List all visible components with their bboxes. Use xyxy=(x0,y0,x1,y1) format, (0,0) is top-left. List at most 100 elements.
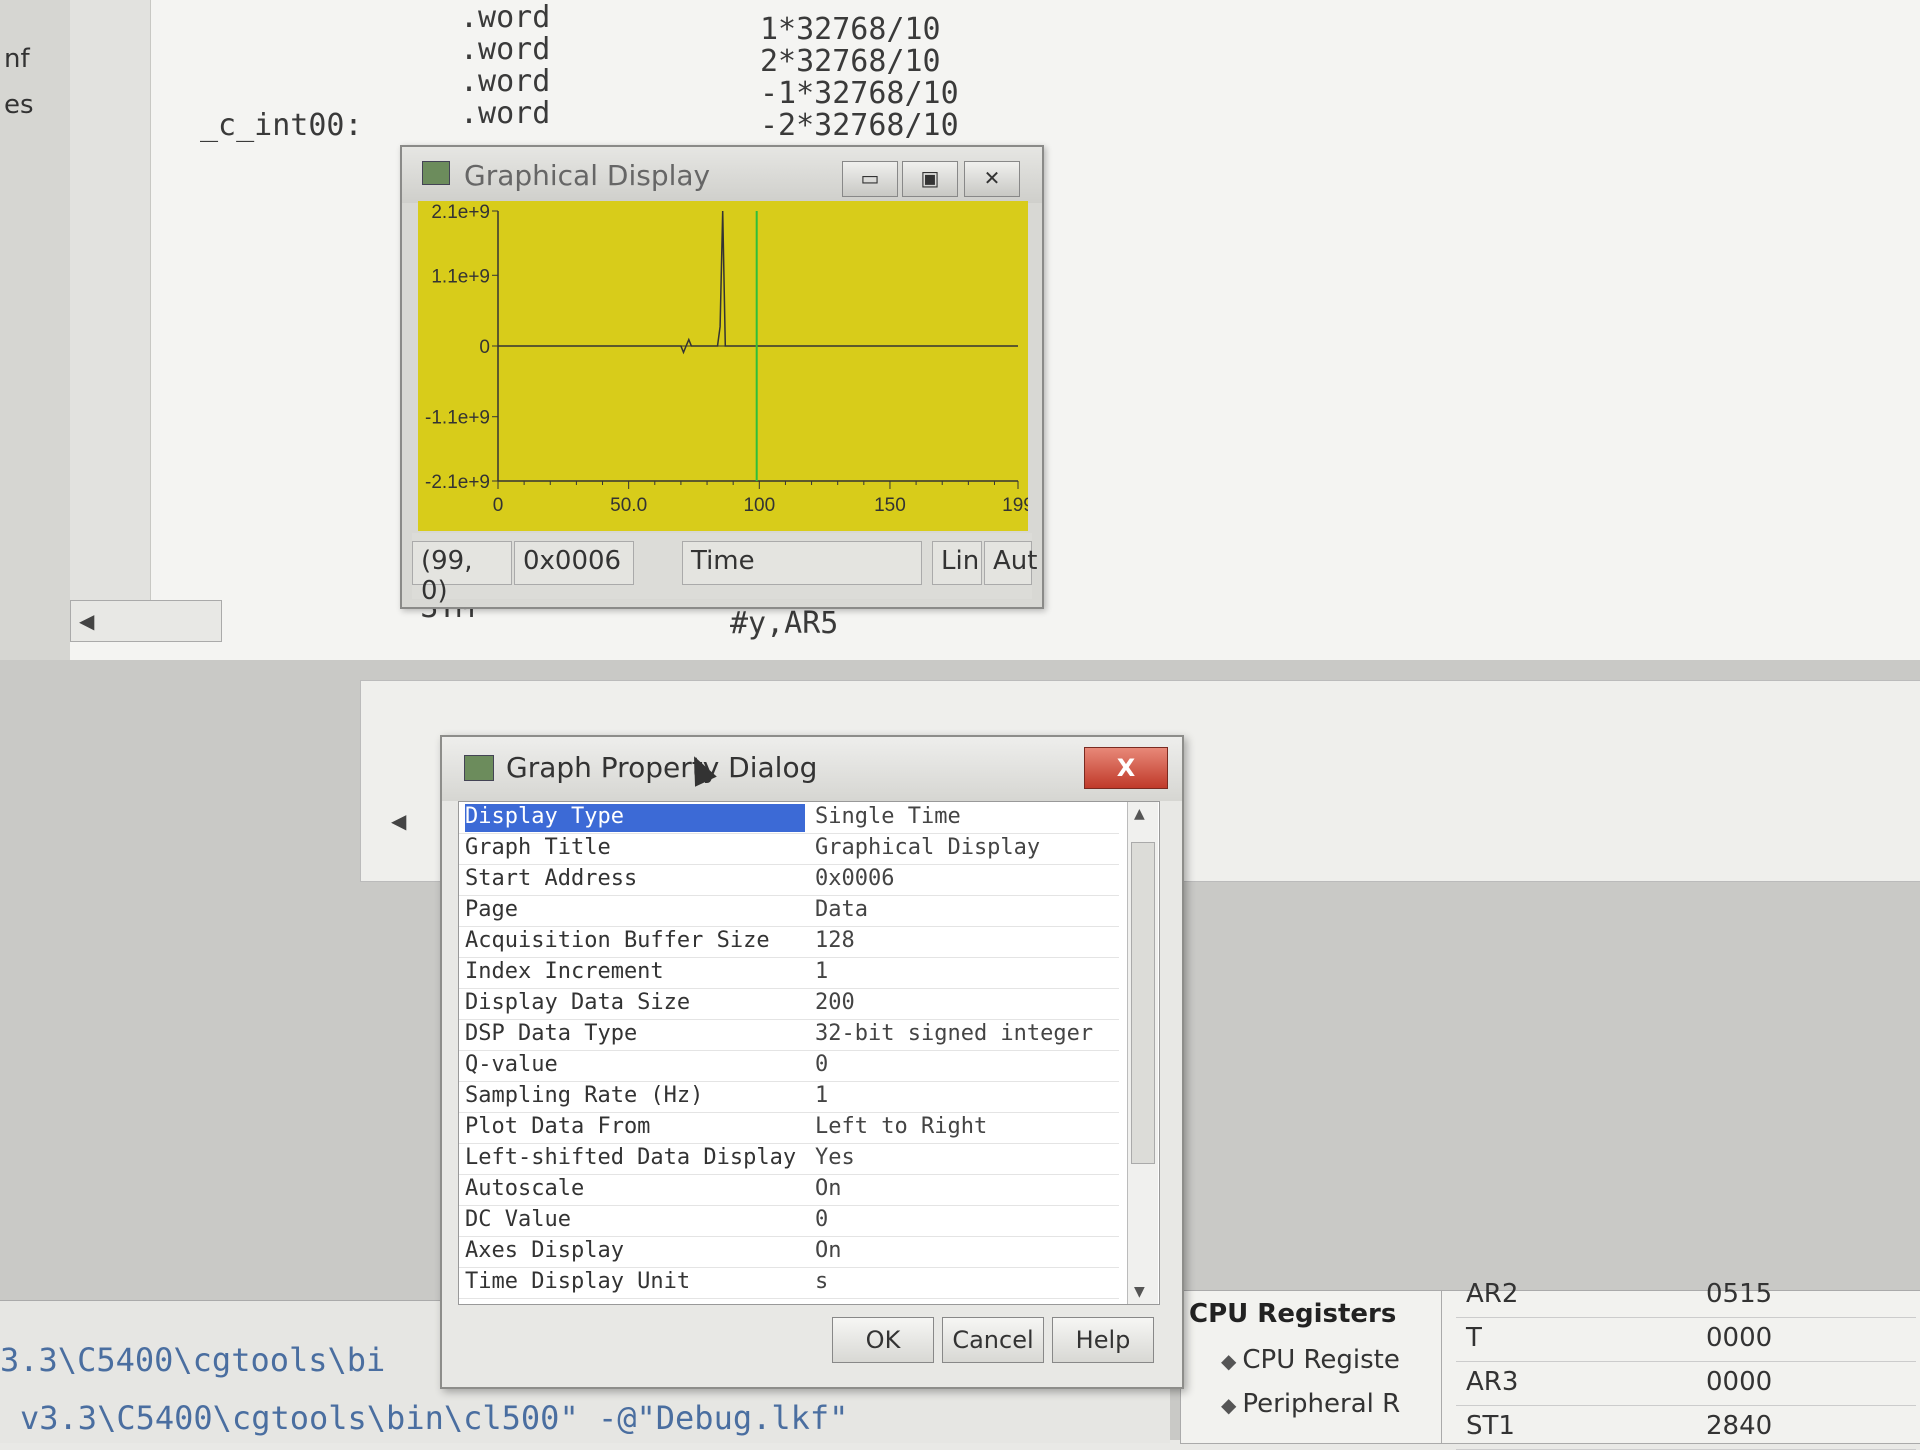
graph-property-dialog[interactable]: Graph Property Dialog X Display Type Sing… xyxy=(440,735,1184,1389)
code-label: _c_int00: xyxy=(200,108,363,143)
property-row[interactable]: Index Increment 1 xyxy=(459,957,1119,989)
property-key: Axes Display xyxy=(465,1238,624,1263)
register-icon: ◆ xyxy=(1221,1349,1237,1373)
maximize-button[interactable]: ▣ xyxy=(902,161,958,197)
property-row[interactable]: Graph Title Graphical Display xyxy=(459,833,1119,865)
property-row[interactable]: DSP Data Type 32-bit signed integer xyxy=(459,1019,1119,1051)
output-line: v3.3\C5400\cgtools\bin\cl500" -@"Debug.l… xyxy=(20,1399,849,1437)
property-key: Autoscale xyxy=(465,1176,585,1201)
property-value[interactable]: 0 xyxy=(815,1052,1115,1077)
x-tick-label: 0 xyxy=(493,495,504,516)
graphical-display-window[interactable]: Graphical Display ▭ ▣ ✕ 2.1e+9 1.1e+9 0 -1.… xyxy=(400,145,1044,609)
code-arg: 1*32768/10 xyxy=(760,12,941,47)
autoscale-toggle[interactable]: Aut xyxy=(984,541,1037,585)
cpu-registers-pane[interactable]: CPU Registers ◆ CPU Registe ◆ Peripheral R… xyxy=(1180,1279,1920,1450)
property-key: Time Display Unit xyxy=(465,1269,691,1294)
code-operand: #y,AR5 xyxy=(730,606,839,641)
register-name: AR3 xyxy=(1466,1367,1519,1397)
property-value[interactable]: 200 xyxy=(815,990,1115,1015)
register-row[interactable]: T 0000 xyxy=(1456,1317,1916,1362)
graph-app-icon xyxy=(464,755,494,781)
register-value[interactable]: 0000 xyxy=(1706,1367,1772,1397)
ok-button[interactable]: OK xyxy=(832,1317,934,1363)
code-directive: .word xyxy=(460,64,551,99)
code-arg: -2*32768/10 xyxy=(760,108,959,143)
property-value[interactable]: Left to Right xyxy=(815,1114,1115,1139)
y-tick-label: 1.1e+9 xyxy=(431,266,490,287)
property-row[interactable]: Left-shifted Data Display Yes xyxy=(459,1143,1119,1175)
graph-app-icon xyxy=(422,161,450,185)
property-scrollbar[interactable]: ▲ ▼ xyxy=(1127,802,1158,1304)
property-value[interactable]: On xyxy=(815,1238,1115,1263)
tree-node-cpu-registers[interactable]: ◆ CPU Registe xyxy=(1221,1345,1400,1375)
register-row[interactable]: AR3 0000 xyxy=(1456,1361,1916,1406)
property-key: Graph Title xyxy=(465,835,611,860)
property-row[interactable]: Time Display Unit s xyxy=(459,1267,1119,1299)
property-row[interactable]: Start Address 0x0006 xyxy=(459,864,1119,896)
property-value[interactable]: s xyxy=(815,1269,1115,1294)
property-value[interactable]: 1 xyxy=(815,1083,1115,1108)
register-value[interactable]: 2840 xyxy=(1706,1411,1772,1441)
property-value[interactable]: Yes xyxy=(815,1145,1115,1170)
register-tree[interactable]: CPU Registers ◆ CPU Registe ◆ Peripheral R xyxy=(1181,1291,1442,1443)
lin-toggle[interactable]: Lin xyxy=(932,541,982,585)
property-value[interactable]: Single Time xyxy=(815,804,1115,829)
property-row[interactable]: DC Value 0 xyxy=(459,1205,1119,1237)
scroll-thumb[interactable] xyxy=(1131,842,1155,1164)
window-titlebar[interactable]: Graphical Display ▭ ▣ ✕ xyxy=(402,147,1042,203)
register-name: T xyxy=(1466,1323,1482,1353)
property-key: Q-value xyxy=(465,1052,558,1077)
register-name: AR2 xyxy=(1466,1279,1519,1309)
property-value[interactable]: 0 xyxy=(815,1207,1115,1232)
property-row[interactable]: Acquisition Buffer Size 128 xyxy=(459,926,1119,958)
y-tick-label: -1.1e+9 xyxy=(425,408,490,429)
minimize-button[interactable]: ▭ xyxy=(842,161,898,197)
y-tick-label: 0 xyxy=(479,337,490,358)
code-directive: .word xyxy=(460,32,551,67)
editor-hscroll[interactable]: ◀ xyxy=(70,600,222,642)
left-gutter: nf es xyxy=(0,0,71,660)
code-arg: -1*32768/10 xyxy=(760,76,959,111)
scroll-left-icon[interactable]: ◀ xyxy=(391,809,406,833)
dialog-title: Graph Property Dialog xyxy=(506,751,818,784)
status-axis: Time xyxy=(682,541,922,585)
property-row[interactable]: Plot Data From Left to Right xyxy=(459,1112,1119,1144)
property-row[interactable]: Display Data Size 200 xyxy=(459,988,1119,1020)
cancel-button[interactable]: Cancel xyxy=(942,1317,1044,1363)
property-value[interactable]: On xyxy=(815,1176,1115,1201)
dialog-close-button[interactable]: X xyxy=(1084,747,1168,789)
property-row[interactable]: Axes Display On xyxy=(459,1236,1119,1268)
property-value[interactable]: Data xyxy=(815,897,1115,922)
dialog-titlebar[interactable]: Graph Property Dialog X xyxy=(442,737,1182,801)
property-value[interactable]: 32-bit signed integer xyxy=(815,1021,1115,1046)
plot-area[interactable]: 2.1e+9 1.1e+9 0 -1.1e+9 -2.1e+9 0 50.0 100 150 19… xyxy=(418,201,1028,531)
register-row[interactable]: AR2 0515 xyxy=(1456,1273,1916,1318)
register-value[interactable]: 0515 xyxy=(1706,1279,1772,1309)
scroll-left-icon[interactable]: ◀ xyxy=(79,609,94,633)
property-key: Display Data Size xyxy=(465,990,691,1015)
property-value[interactable]: 0x0006 xyxy=(815,866,1115,891)
scroll-up-icon[interactable]: ▲ xyxy=(1134,806,1145,822)
editor-margin xyxy=(70,0,151,640)
close-button[interactable]: ✕ xyxy=(964,161,1020,197)
tree-node-peripheral[interactable]: ◆ Peripheral R xyxy=(1221,1389,1400,1419)
property-grid[interactable]: Display Type Single Time Graph Title Graphi… xyxy=(458,801,1160,1305)
property-row[interactable]: Display Type Single Time xyxy=(459,802,1119,834)
property-row[interactable]: Autoscale On xyxy=(459,1174,1119,1206)
cpu-registers-header: CPU Registers xyxy=(1189,1299,1397,1329)
output-line: 3.3\C5400\cgtools\bi xyxy=(0,1341,386,1379)
property-value[interactable]: Graphical Display xyxy=(815,835,1115,860)
help-button[interactable]: Help xyxy=(1052,1317,1154,1363)
graph-status-bar: (99, 0) 0x0006 Time Lin Aut xyxy=(412,533,1037,606)
property-row[interactable]: Sampling Rate (Hz) 1 xyxy=(459,1081,1119,1113)
property-value[interactable]: 1 xyxy=(815,959,1115,984)
property-key: Acquisition Buffer Size xyxy=(465,928,770,953)
property-row[interactable]: Q-value 0 xyxy=(459,1050,1119,1082)
register-row[interactable]: ST1 2840 xyxy=(1456,1405,1916,1450)
property-value[interactable]: 128 xyxy=(815,928,1115,953)
scroll-down-icon[interactable]: ▼ xyxy=(1134,1284,1145,1300)
property-row[interactable]: Page Data xyxy=(459,895,1119,927)
register-value[interactable]: 0000 xyxy=(1706,1323,1772,1353)
status-address: 0x0006 xyxy=(514,541,634,585)
time-plot[interactable]: 2.1e+91.1e+90-1.1e+9-2.1e+90 50.0 100 150 19… xyxy=(418,201,1028,531)
